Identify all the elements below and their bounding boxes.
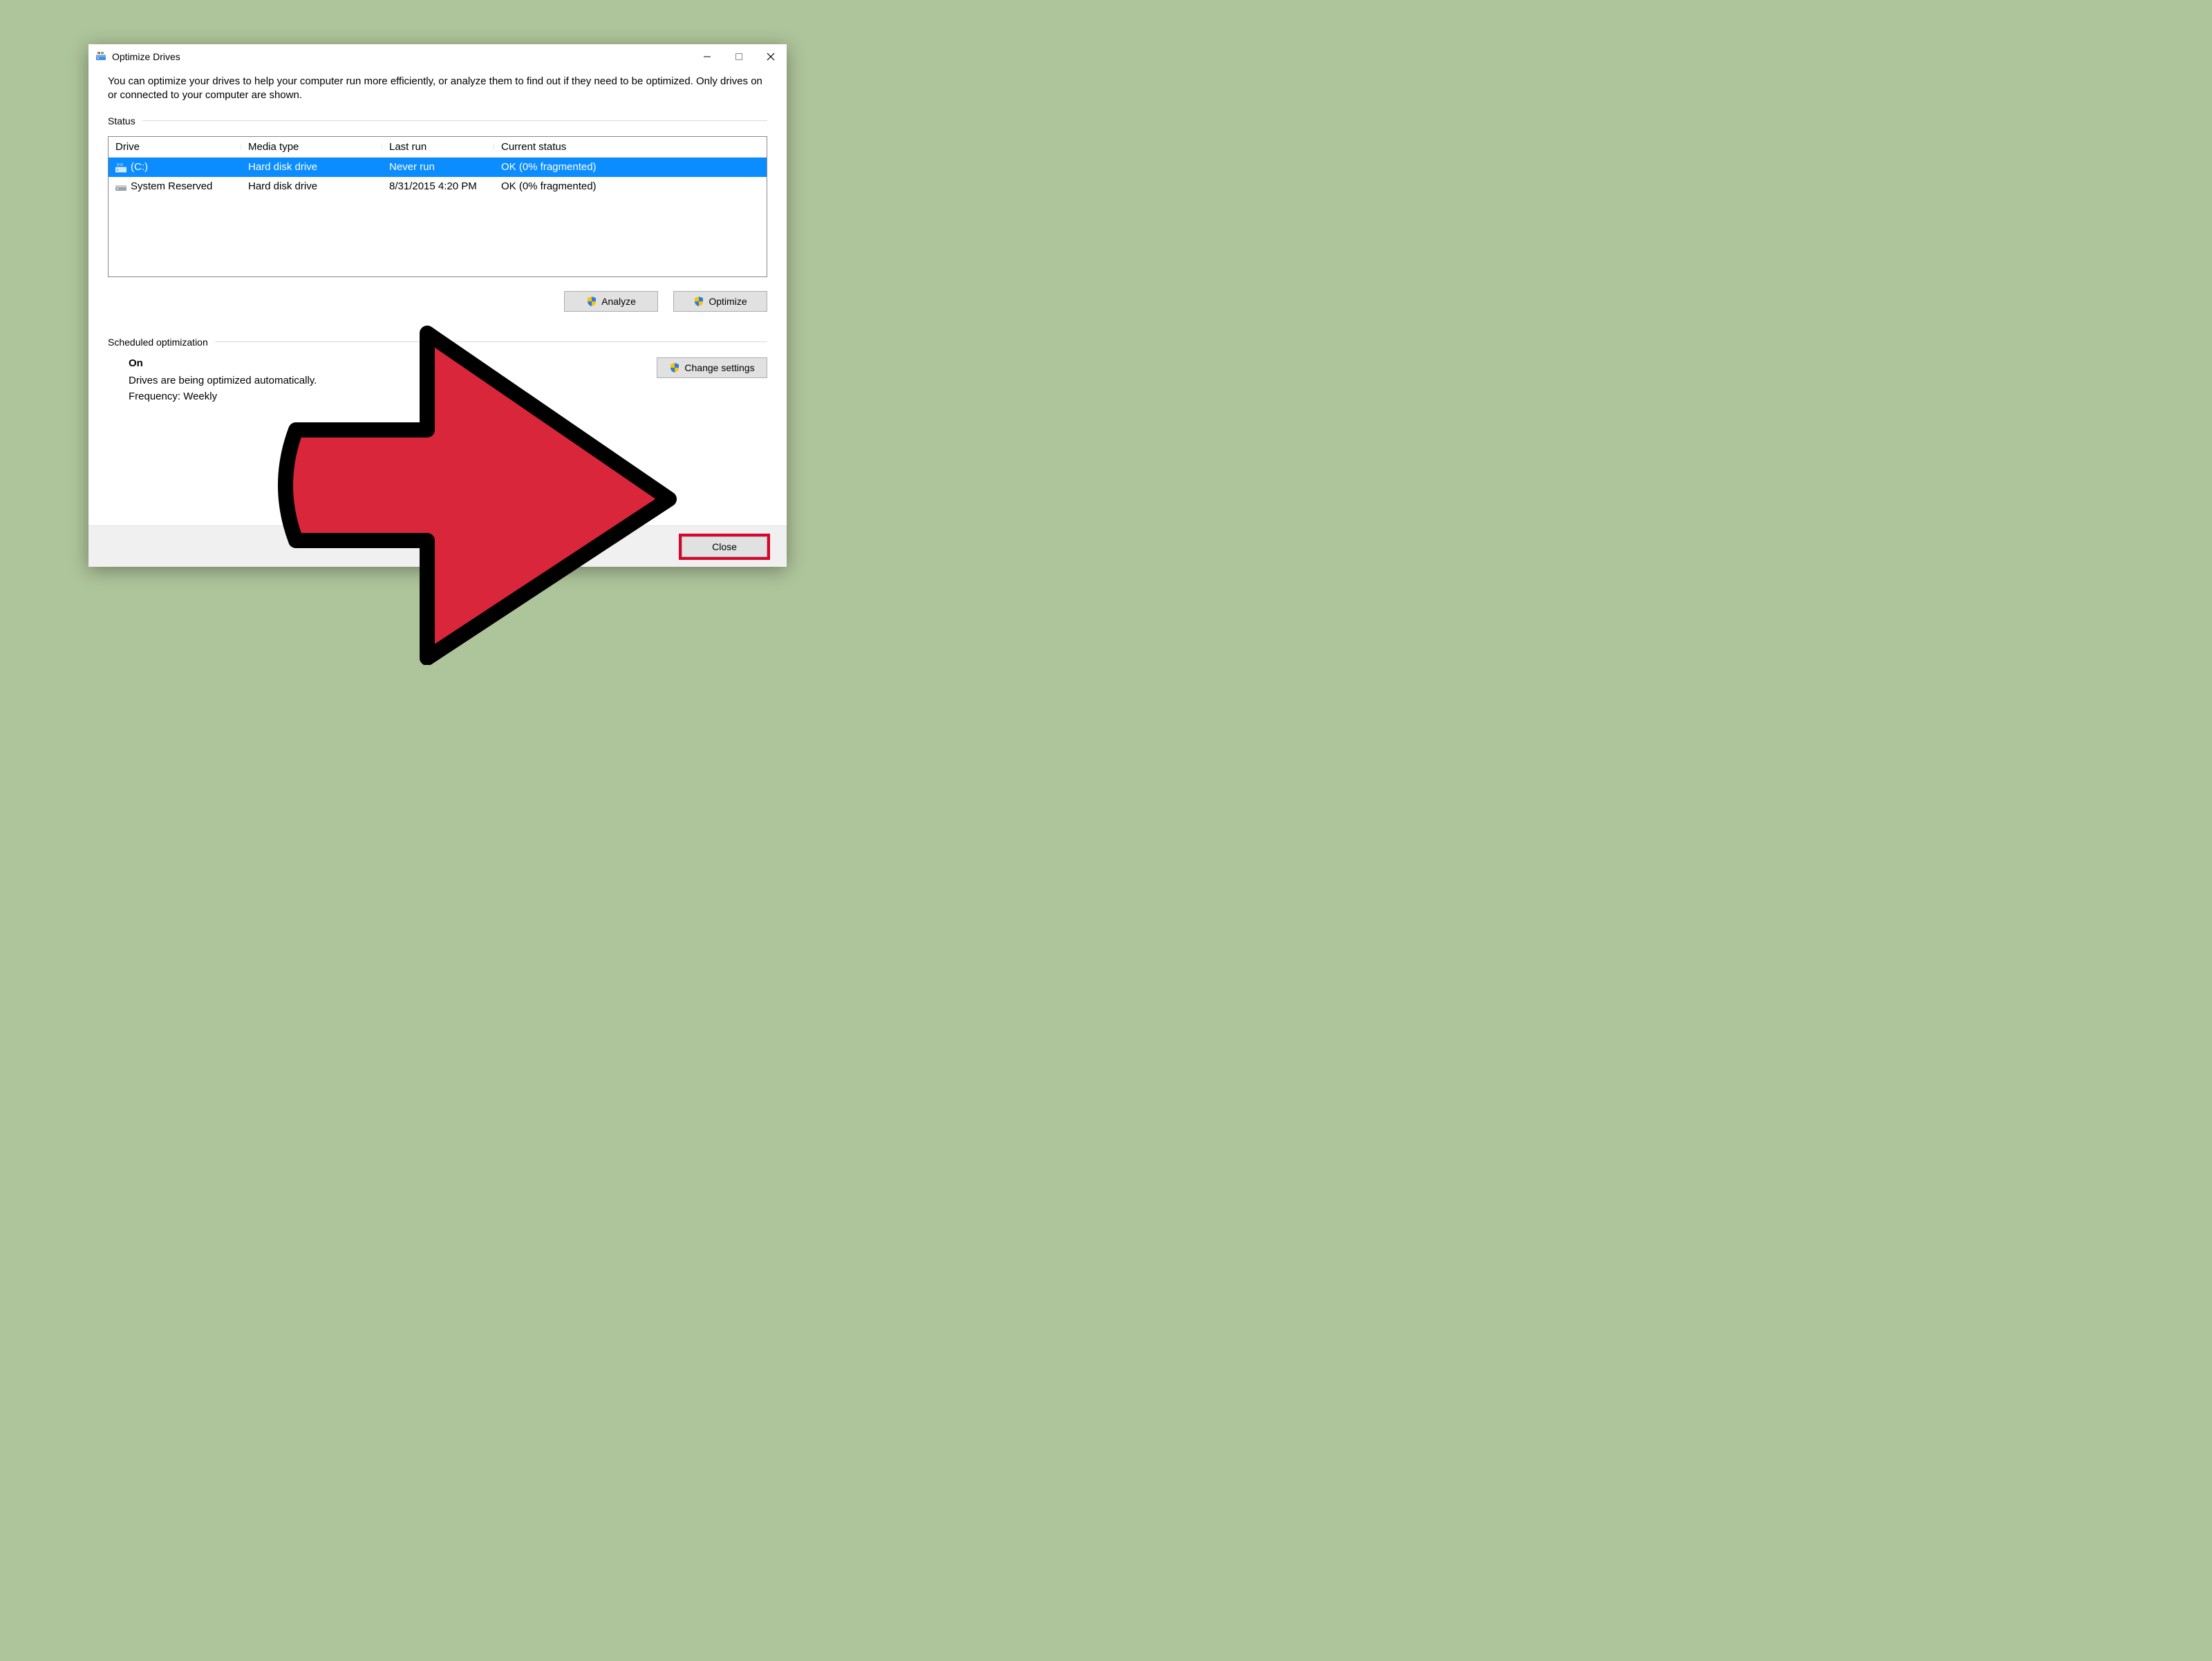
- scheduled-on: On: [129, 357, 657, 369]
- close-label: Close: [712, 541, 737, 552]
- drive-status: OK (0% fragmented): [494, 180, 767, 192]
- uac-shield-icon: [693, 296, 704, 307]
- description-text: You can optimize your drives to help you…: [108, 75, 767, 103]
- drive-name: (C:): [131, 161, 148, 173]
- drive-list[interactable]: Drive Media type Last run Current status: [108, 136, 767, 277]
- window-controls: [691, 44, 787, 69]
- drive-list-header[interactable]: Drive Media type Last run Current status: [109, 137, 767, 158]
- os-drive-icon: [115, 162, 126, 173]
- scheduled-frequency: Frequency: Weekly: [129, 391, 657, 402]
- dialog-footer: Close: [88, 525, 787, 567]
- window-title: Optimize Drives: [112, 51, 180, 62]
- analyze-label: Analyze: [601, 296, 636, 307]
- drive-row[interactable]: System Reserved Hard disk drive 8/31/201…: [109, 177, 767, 196]
- status-section-label: Status: [108, 115, 767, 126]
- drive-status: OK (0% fragmented): [494, 161, 767, 173]
- col-last[interactable]: Last run: [382, 141, 494, 153]
- optimize-label: Optimize: [709, 296, 747, 307]
- drive-media: Hard disk drive: [241, 180, 382, 192]
- scheduled-info: On Drives are being optimized automatica…: [108, 357, 657, 406]
- close-window-button[interactable]: [755, 44, 787, 69]
- drive-media: Hard disk drive: [241, 161, 382, 173]
- scheduled-section-label: Scheduled optimization: [108, 337, 767, 348]
- minimize-button[interactable]: [691, 44, 723, 69]
- scheduled-label-text: Scheduled optimization: [108, 337, 208, 348]
- close-button-highlight: Close: [679, 534, 770, 560]
- col-drive[interactable]: Drive: [109, 141, 241, 153]
- col-status[interactable]: Current status: [494, 141, 767, 153]
- status-label-text: Status: [108, 115, 135, 126]
- close-button[interactable]: Close: [682, 536, 767, 557]
- scheduled-auto-line: Drives are being optimized automatically…: [129, 375, 657, 386]
- change-settings-label: Change settings: [684, 362, 754, 373]
- drive-last: 8/31/2015 4:20 PM: [382, 180, 494, 192]
- drive-last: Never run: [382, 161, 494, 173]
- maximize-button[interactable]: [723, 44, 755, 69]
- col-media[interactable]: Media type: [241, 141, 382, 153]
- drive-icon: [115, 181, 126, 192]
- analyze-button[interactable]: Analyze: [564, 291, 658, 312]
- uac-shield-icon: [586, 296, 597, 307]
- optimize-drives-icon: [95, 51, 106, 62]
- uac-shield-icon: [669, 362, 680, 373]
- change-settings-button[interactable]: Change settings: [657, 357, 767, 378]
- title-bar[interactable]: Optimize Drives: [88, 44, 787, 69]
- drive-row[interactable]: (C:) Hard disk drive Never run OK (0% fr…: [109, 158, 767, 177]
- drive-name: System Reserved: [131, 180, 212, 192]
- optimize-button[interactable]: Optimize: [673, 291, 767, 312]
- optimize-drives-window: Optimize Drives You can optimize your dr…: [88, 44, 787, 567]
